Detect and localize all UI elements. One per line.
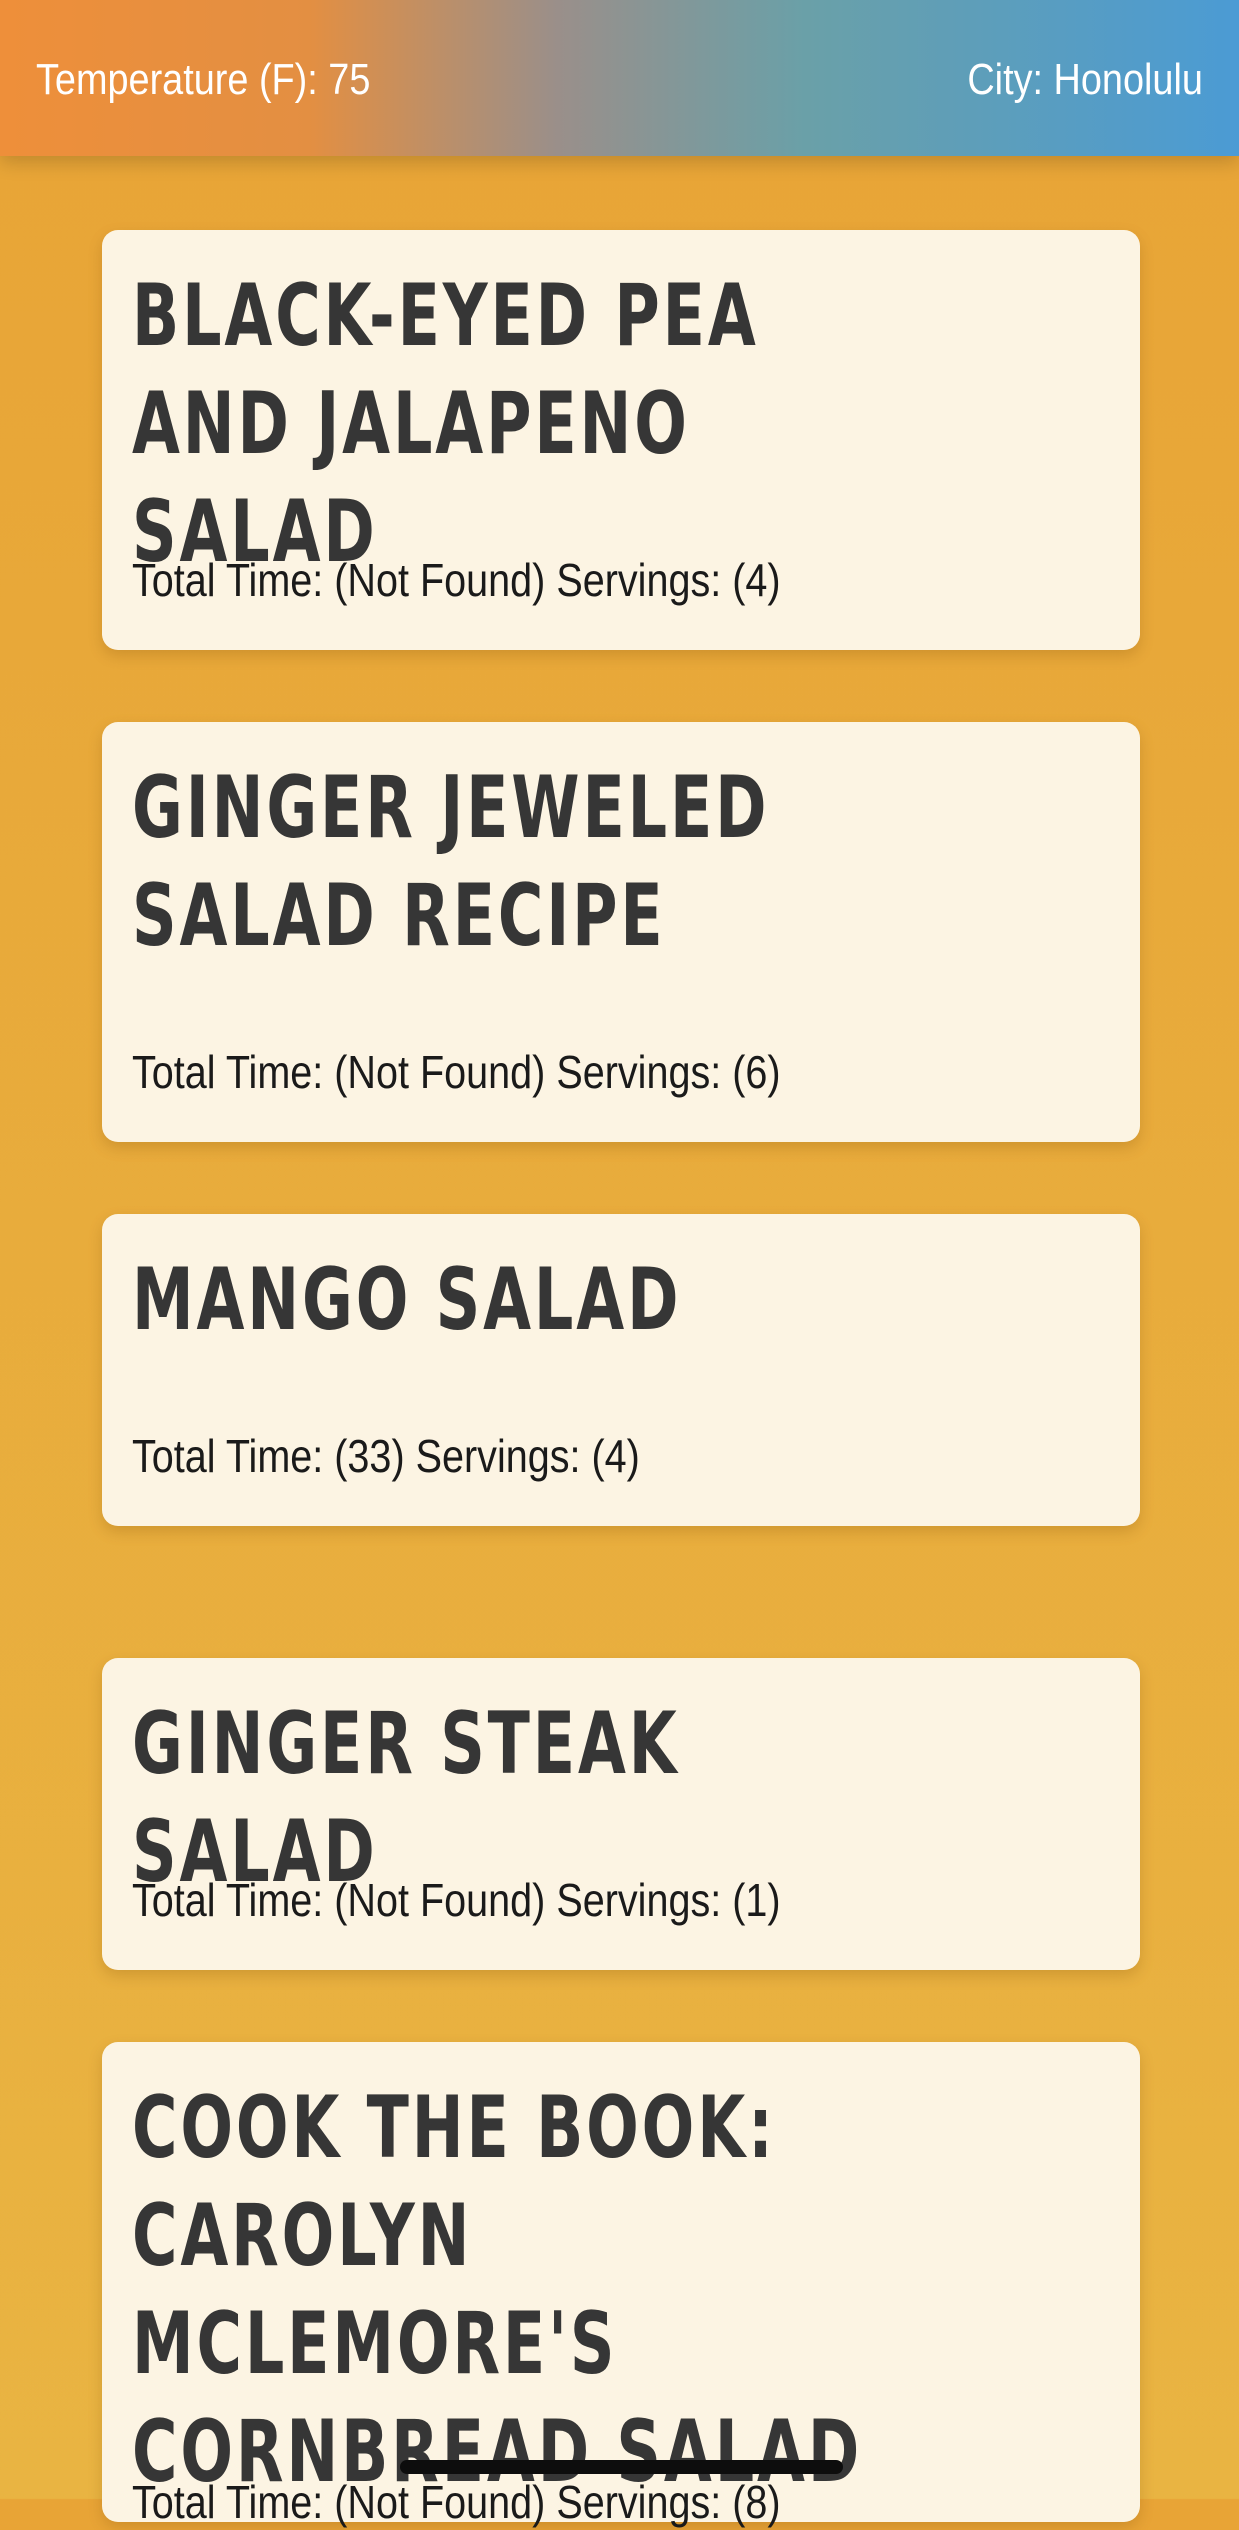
top-bar: Temperature (F): 75 City: Honolulu xyxy=(0,0,1239,156)
recipe-card[interactable]: GINGER STEAK SALAD Total Time: (Not Foun… xyxy=(102,1658,1140,1970)
recipe-title: COOK THE BOOK: CAROLYN MCLEMORE'S CORNBR… xyxy=(132,2078,863,2502)
recipe-card[interactable]: GINGER JEWELED SALAD RECIPE Total Time: … xyxy=(102,722,1140,1142)
recipe-meta: Total Time: (Not Found) Servings: (6) xyxy=(132,1046,781,1098)
recipe-card[interactable]: COOK THE BOOK: CAROLYN MCLEMORE'S CORNBR… xyxy=(102,2042,1140,2528)
recipe-title: BLACK-EYED PEA AND JALAPENO SALAD xyxy=(132,266,759,582)
temperature-readout: Temperature (F): 75 xyxy=(36,55,371,104)
recipe-card[interactable]: BLACK-EYED PEA AND JALAPENO SALAD Total … xyxy=(102,230,1140,650)
recipe-card[interactable]: MANGO SALAD Total Time: (33) Servings: (… xyxy=(102,1214,1140,1526)
recipe-meta: Total Time: (Not Found) Servings: (1) xyxy=(132,1874,781,1926)
recipe-meta: Total Time: (Not Found) Servings: (8) xyxy=(132,2476,781,2528)
recipe-meta: Total Time: (Not Found) Servings: (4) xyxy=(132,554,781,606)
recipe-title: GINGER JEWELED SALAD RECIPE xyxy=(132,758,770,966)
recipe-meta: Total Time: (33) Servings: (4) xyxy=(132,1430,640,1482)
recipe-title: MANGO SALAD xyxy=(132,1250,682,1350)
home-indicator[interactable] xyxy=(400,2460,843,2474)
city-readout: City: Honolulu xyxy=(967,55,1203,104)
